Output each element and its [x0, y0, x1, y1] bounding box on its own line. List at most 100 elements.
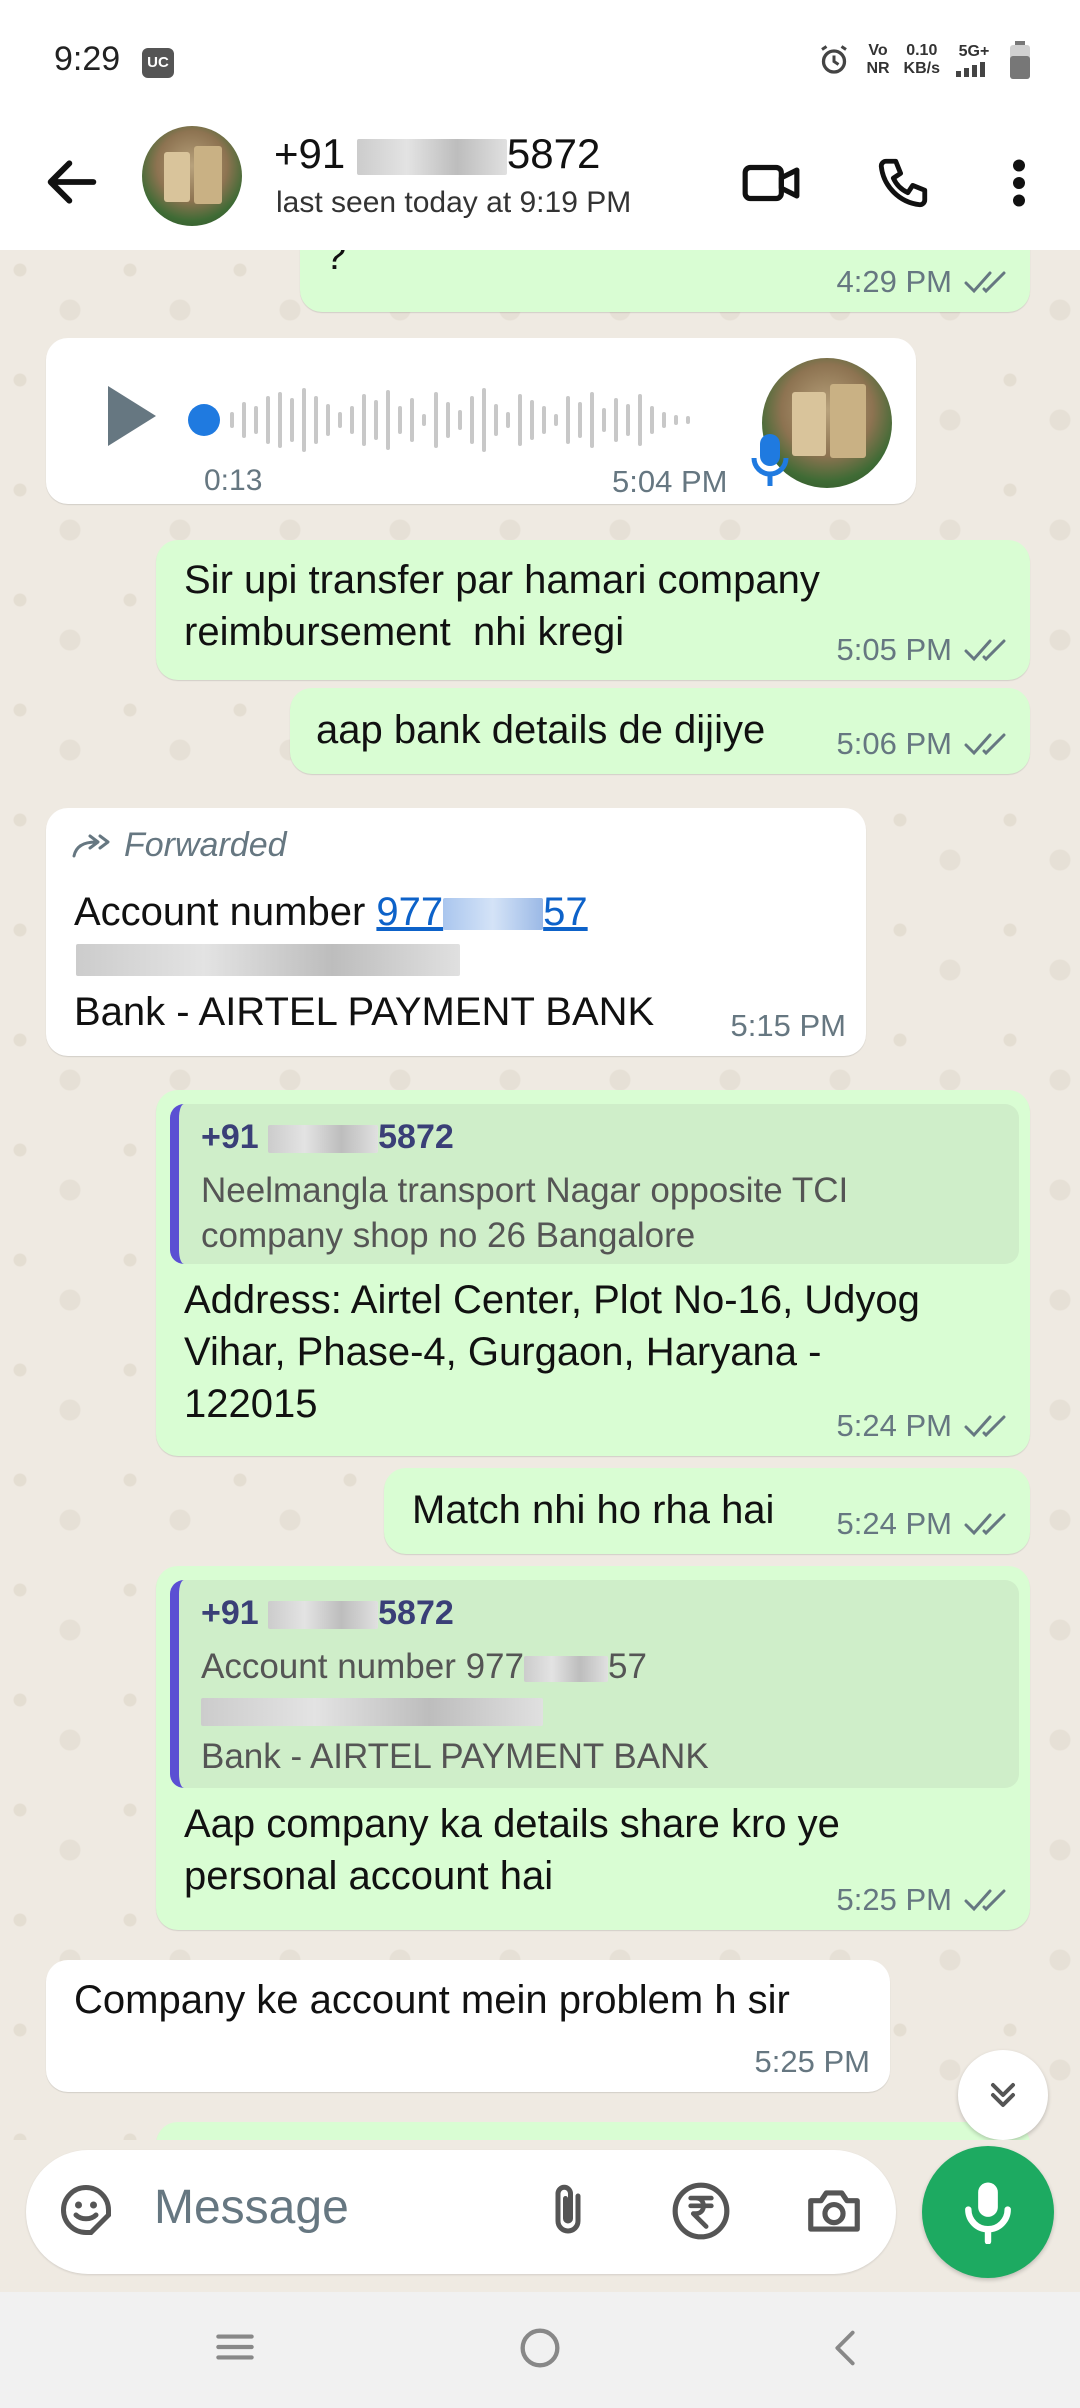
voice-waveform[interactable] — [226, 378, 776, 462]
speed-unit: KB/s — [903, 60, 940, 77]
message-time: 5:05 PM — [836, 632, 952, 667]
double-check-icon — [964, 733, 1006, 756]
message-input[interactable]: Message — [154, 2180, 349, 2235]
chat-area[interactable]: ? 4:29 PM 0:13 5:04 PM Sir upi transfer … — [0, 250, 1080, 2140]
message-meta: 4:29 PM — [837, 264, 1010, 300]
message-text-line: Vihar, Phase-4, Gurgaon, Haryana - — [184, 1330, 822, 1374]
rupee-payment-icon[interactable] — [670, 2180, 732, 2242]
quoted-sender: +91 5872 — [201, 1594, 454, 1633]
quoted-sender-prefix: +91 — [201, 1118, 259, 1156]
sticker-icon[interactable] — [56, 2180, 116, 2240]
account-label: Account number — [74, 890, 366, 934]
double-chevron-down-icon — [991, 2083, 1015, 2107]
redacted-line — [76, 944, 460, 976]
quoted-message[interactable]: +91 5872 Neelmangla transport Nagar oppo… — [170, 1104, 1019, 1264]
contact-name-suffix: 5872 — [506, 130, 601, 177]
voice-record-button[interactable] — [922, 2146, 1054, 2278]
message-outgoing-reply[interactable]: +91 5872 Account number 977 57 Bank - AIR… — [156, 1566, 1030, 1930]
contact-name[interactable]: +91 5872 — [274, 130, 600, 178]
message-text: ? — [324, 250, 347, 278]
double-check-icon — [964, 1415, 1006, 1438]
network-type-top: Vo — [868, 42, 888, 59]
quoted-text: Account number 977 57 Bank - AIRTEL PAYME… — [201, 1644, 709, 1779]
signal-indicator: 5G+ — [954, 43, 994, 77]
voice-progress-dot[interactable] — [188, 404, 220, 436]
contact-avatar[interactable] — [142, 126, 242, 226]
message-incoming-forwarded[interactable]: Forwarded Account number 977 57 Bank - AI… — [46, 808, 866, 1056]
video-call-button[interactable] — [736, 148, 806, 218]
account-number-line: Account number 977 57 — [74, 886, 588, 938]
redacted-number — [356, 138, 507, 175]
play-icon[interactable] — [104, 384, 160, 448]
quoted-account-prefix: Account number 977 — [201, 1647, 524, 1686]
message-outgoing[interactable]: Sir upi transfer par hamari company reim… — [156, 540, 1030, 680]
message-time: 5:04 PM — [612, 464, 728, 499]
message-outgoing-reply[interactable]: +91 5872 Neelmangla transport Nagar oppo… — [156, 1090, 1030, 1456]
message-meta: 5:15 PM — [731, 1008, 846, 1044]
account-number-link[interactable]: 977 57 — [376, 890, 587, 934]
alarm-icon — [821, 45, 848, 74]
speed-value: 0.10 — [906, 42, 938, 59]
quoted-bank-line: Bank - AIRTEL PAYMENT BANK — [201, 1737, 709, 1776]
message-outgoing[interactable]: Match nhi ho rha hai 5:24 PM — [384, 1468, 1030, 1554]
double-check-icon — [964, 639, 1006, 662]
menu-nav-icon[interactable] — [210, 2322, 260, 2372]
message-outgoing[interactable]: aap bank details de dijiye 5:06 PM — [290, 688, 1030, 774]
quoted-message[interactable]: +91 5872 Account number 977 57 Bank - AIR… — [170, 1580, 1019, 1788]
more-options-button[interactable] — [984, 148, 1054, 218]
message-composer[interactable]: Message — [26, 2150, 896, 2274]
phone-icon — [878, 158, 928, 208]
mic-icon — [751, 434, 789, 486]
back-button[interactable] — [40, 150, 104, 214]
voice-call-button[interactable] — [868, 148, 938, 218]
message-outgoing[interactable] — [156, 2122, 1030, 2140]
quoted-account-suffix: 57 — [607, 1647, 647, 1686]
double-check-icon — [964, 1513, 1006, 1536]
last-seen-status: last seen today at 9:19 PM — [276, 186, 632, 219]
quoted-text-line: company shop no 26 Bangalore — [201, 1216, 696, 1255]
message-text: Sir upi transfer par hamari company reim… — [184, 554, 820, 658]
message-time: 5:25 PM — [754, 2044, 870, 2079]
message-time: 5:25 PM — [836, 1882, 952, 1917]
battery-icon — [1010, 41, 1030, 79]
message-incoming[interactable]: Company ke account mein problem h sir 5:… — [46, 1960, 890, 2092]
message-meta: 5:24 PM — [837, 1506, 1010, 1542]
quoted-text: Neelmangla transport Nagar opposite TCI … — [201, 1168, 848, 1258]
quoted-sender-suffix: 5872 — [378, 1118, 454, 1156]
message-text-line: 122015 — [184, 1382, 318, 1426]
message-meta: 5:25 PM — [755, 2044, 870, 2080]
message-text: Match nhi ho rha hai — [412, 1488, 775, 1532]
voice-message[interactable]: 0:13 5:04 PM — [46, 338, 916, 504]
redacted-number — [268, 1125, 379, 1154]
contact-name-prefix: +91 — [274, 130, 346, 177]
quoted-sender-suffix: 5872 — [378, 1594, 454, 1632]
redacted-number — [268, 1601, 379, 1630]
message-meta: 5:25 PM — [837, 1882, 1010, 1918]
account-number-suffix: 57 — [543, 890, 588, 934]
message-text-line: Sir upi transfer par hamari company — [184, 558, 820, 602]
back-nav-icon[interactable] — [822, 2322, 868, 2374]
redacted-digits — [523, 1655, 608, 1682]
message-meta: 5:05 PM — [837, 632, 1010, 668]
message-text: Address: Airtel Center, Plot No-16, Udyo… — [184, 1274, 920, 1430]
message-outgoing[interactable]: ? 4:29 PM — [300, 250, 1030, 312]
message-time: 5:24 PM — [836, 1506, 952, 1541]
forwarded-text: Forwarded — [124, 826, 287, 864]
back-arrow-icon — [47, 160, 97, 204]
message-text: Aap company ka details share kro ye pers… — [184, 1798, 840, 1902]
message-text-line: Aap company ka details share kro ye — [184, 1802, 840, 1846]
bank-name: Bank - AIRTEL PAYMENT BANK — [74, 990, 655, 1034]
double-check-icon — [964, 1889, 1006, 1912]
forwarded-label: Forwarded — [70, 826, 287, 865]
network-type: Vo NR — [866, 42, 889, 78]
system-navigation-bar — [0, 2292, 1080, 2408]
camera-icon[interactable] — [802, 2180, 866, 2242]
mic-icon — [965, 2182, 1011, 2244]
redacted-digits — [443, 898, 544, 931]
message-text: aap bank details de dijiye — [316, 708, 766, 752]
status-bar: 9:29 UC Vo NR 0.10 KB/s 5G+ — [0, 0, 1080, 120]
attach-icon[interactable] — [538, 2180, 598, 2242]
scroll-to-bottom-button[interactable] — [958, 2050, 1048, 2140]
signal-label: 5G+ — [958, 43, 990, 60]
home-nav-icon[interactable] — [514, 2322, 566, 2374]
